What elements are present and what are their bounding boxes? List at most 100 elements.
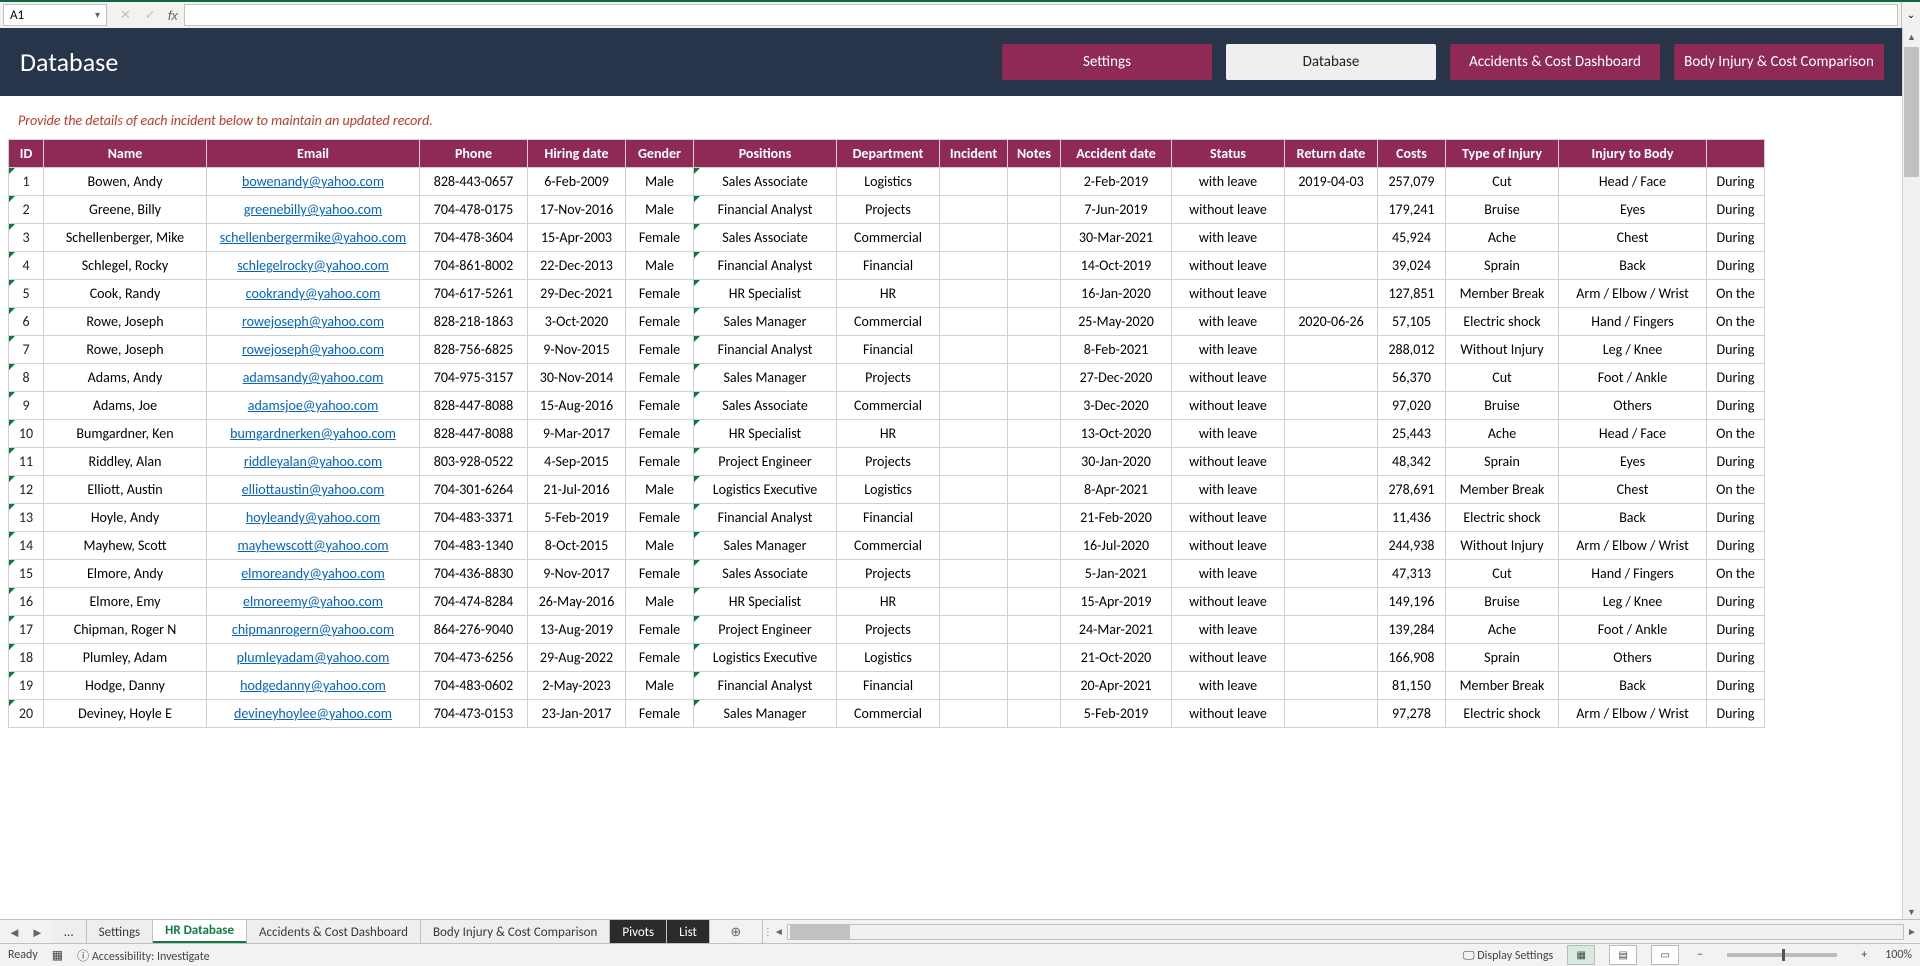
scroll-left-icon[interactable]: ◄ bbox=[771, 927, 787, 938]
cell-accident-date[interactable]: 21-Feb-2020 bbox=[1061, 504, 1172, 532]
email-link[interactable]: adamsandy@yahoo.com bbox=[243, 369, 384, 386]
cell-department[interactable]: Financial bbox=[837, 504, 940, 532]
cell-return-date[interactable] bbox=[1285, 392, 1378, 420]
cell-status[interactable]: with leave bbox=[1172, 308, 1285, 336]
cell-department[interactable]: Projects bbox=[837, 364, 940, 392]
cell-email[interactable]: elliottaustin@yahoo.com bbox=[207, 476, 420, 504]
cell-incident[interactable] bbox=[940, 364, 1008, 392]
cell-return-date[interactable] bbox=[1285, 280, 1378, 308]
cell-phone[interactable]: 864-276-9040 bbox=[420, 616, 528, 644]
hscroll-track[interactable] bbox=[787, 924, 1904, 940]
cell-hire[interactable]: 15-Apr-2003 bbox=[528, 224, 626, 252]
cell-extra[interactable]: During bbox=[1707, 252, 1765, 280]
cell-id[interactable]: 17 bbox=[9, 616, 44, 644]
cell-injury-type[interactable]: Electric shock bbox=[1446, 700, 1559, 728]
cell-department[interactable]: Commercial bbox=[837, 700, 940, 728]
table-row[interactable]: 16Elmore, Emyelmoreemy@yahoo.com704-474-… bbox=[9, 588, 1765, 616]
table-row[interactable]: 8Adams, Andyadamsandy@yahoo.com704-975-3… bbox=[9, 364, 1765, 392]
table-row[interactable]: 15Elmore, Andyelmoreandy@yahoo.com704-43… bbox=[9, 560, 1765, 588]
cell-name[interactable]: Hodge, Danny bbox=[44, 672, 207, 700]
table-row[interactable]: 20Deviney, Hoyle Edevineyhoylee@yahoo.co… bbox=[9, 700, 1765, 728]
cell-notes[interactable] bbox=[1008, 616, 1061, 644]
cell-return-date[interactable] bbox=[1285, 616, 1378, 644]
cell-status[interactable]: with leave bbox=[1172, 672, 1285, 700]
email-link[interactable]: mayhewscott@yahoo.com bbox=[237, 537, 388, 554]
cell-extra[interactable]: On the bbox=[1707, 476, 1765, 504]
cell-notes[interactable] bbox=[1008, 392, 1061, 420]
cell-injury-type[interactable]: Member Break bbox=[1446, 672, 1559, 700]
cell-accident-date[interactable]: 24-Mar-2021 bbox=[1061, 616, 1172, 644]
cell-status[interactable]: with leave bbox=[1172, 560, 1285, 588]
cell-gender[interactable]: Female bbox=[626, 308, 694, 336]
cell-gender[interactable]: Female bbox=[626, 644, 694, 672]
cell-department[interactable]: Projects bbox=[837, 448, 940, 476]
cell-department[interactable]: Commercial bbox=[837, 224, 940, 252]
cell-email[interactable]: hoyleandy@yahoo.com bbox=[207, 504, 420, 532]
cell-injury-body[interactable]: Foot / Ankle bbox=[1559, 616, 1707, 644]
cell-id[interactable]: 15 bbox=[9, 560, 44, 588]
cell-return-date[interactable] bbox=[1285, 672, 1378, 700]
cell-hire[interactable]: 29-Aug-2022 bbox=[528, 644, 626, 672]
cell-gender[interactable]: Female bbox=[626, 336, 694, 364]
cell-status[interactable]: with leave bbox=[1172, 616, 1285, 644]
view-page-layout-icon[interactable]: ▤ bbox=[1609, 945, 1637, 965]
col-inj[interactable]: Type of Injury bbox=[1446, 140, 1559, 168]
cell-return-date[interactable] bbox=[1285, 588, 1378, 616]
cell-injury-body[interactable]: Arm / Elbow / Wrist bbox=[1559, 280, 1707, 308]
cell-name[interactable]: Plumley, Adam bbox=[44, 644, 207, 672]
cell-injury-type[interactable]: Member Break bbox=[1446, 280, 1559, 308]
cell-injury-type[interactable]: Member Break bbox=[1446, 476, 1559, 504]
cell-email[interactable]: adamsandy@yahoo.com bbox=[207, 364, 420, 392]
cell-department[interactable]: HR bbox=[837, 588, 940, 616]
cell-incident[interactable] bbox=[940, 168, 1008, 196]
cell-status[interactable]: without leave bbox=[1172, 448, 1285, 476]
cell-return-date[interactable] bbox=[1285, 224, 1378, 252]
cell-notes[interactable] bbox=[1008, 280, 1061, 308]
cell-position[interactable]: Logistics Executive bbox=[694, 476, 837, 504]
cell-position[interactable]: Sales Manager bbox=[694, 364, 837, 392]
cell-gender[interactable]: Female bbox=[626, 224, 694, 252]
fx-label[interactable]: fx bbox=[162, 2, 184, 28]
zoom-in-button[interactable]: + bbox=[1857, 948, 1871, 962]
chevron-down-icon[interactable]: ▾ bbox=[95, 10, 100, 21]
cell-hire[interactable]: 9-Nov-2017 bbox=[528, 560, 626, 588]
cell-injury-type[interactable]: Without Injury bbox=[1446, 532, 1559, 560]
cell-return-date[interactable] bbox=[1285, 560, 1378, 588]
cell-hire[interactable]: 3-Oct-2020 bbox=[528, 308, 626, 336]
cell-gender[interactable]: Male bbox=[626, 672, 694, 700]
cell-extra[interactable]: During bbox=[1707, 168, 1765, 196]
cell-email[interactable]: chipmanrogern@yahoo.com bbox=[207, 616, 420, 644]
cell-id[interactable]: 18 bbox=[9, 644, 44, 672]
cell-extra[interactable]: On the bbox=[1707, 420, 1765, 448]
cell-department[interactable]: Projects bbox=[837, 560, 940, 588]
cell-gender[interactable]: Female bbox=[626, 448, 694, 476]
cell-cost[interactable]: 127,851 bbox=[1378, 280, 1446, 308]
cell-injury-body[interactable]: Back bbox=[1559, 504, 1707, 532]
cell-hire[interactable]: 29-Dec-2021 bbox=[528, 280, 626, 308]
table-row[interactable]: 14Mayhew, Scottmayhewscott@yahoo.com704-… bbox=[9, 532, 1765, 560]
cell-incident[interactable] bbox=[940, 700, 1008, 728]
cell-notes[interactable] bbox=[1008, 476, 1061, 504]
cell-extra[interactable]: During bbox=[1707, 448, 1765, 476]
cell-status[interactable]: without leave bbox=[1172, 392, 1285, 420]
cell-return-date[interactable] bbox=[1285, 476, 1378, 504]
cell-notes[interactable] bbox=[1008, 560, 1061, 588]
table-row[interactable]: 18Plumley, Adamplumleyadam@yahoo.com704-… bbox=[9, 644, 1765, 672]
cell-return-date[interactable]: 2020-06-26 bbox=[1285, 308, 1378, 336]
cell-extra[interactable]: During bbox=[1707, 644, 1765, 672]
cell-injury-body[interactable]: Chest bbox=[1559, 224, 1707, 252]
table-row[interactable]: 2Greene, Billygreenebilly@yahoo.com704-4… bbox=[9, 196, 1765, 224]
cell-email[interactable]: plumleyadam@yahoo.com bbox=[207, 644, 420, 672]
cell-accident-date[interactable]: 15-Apr-2019 bbox=[1061, 588, 1172, 616]
cell-id[interactable]: 16 bbox=[9, 588, 44, 616]
cell-hire[interactable]: 15-Aug-2016 bbox=[528, 392, 626, 420]
cell-status[interactable]: with leave bbox=[1172, 420, 1285, 448]
cell-department[interactable]: Logistics bbox=[837, 644, 940, 672]
cell-notes[interactable] bbox=[1008, 700, 1061, 728]
nav-settings[interactable]: Settings bbox=[1002, 44, 1212, 80]
cell-injury-type[interactable]: Without Injury bbox=[1446, 336, 1559, 364]
expand-formula-bar-icon[interactable]: ⌄ bbox=[1901, 2, 1920, 28]
col-gender[interactable]: Gender bbox=[626, 140, 694, 168]
cell-cost[interactable]: 47,313 bbox=[1378, 560, 1446, 588]
col-stat[interactable]: Status bbox=[1172, 140, 1285, 168]
